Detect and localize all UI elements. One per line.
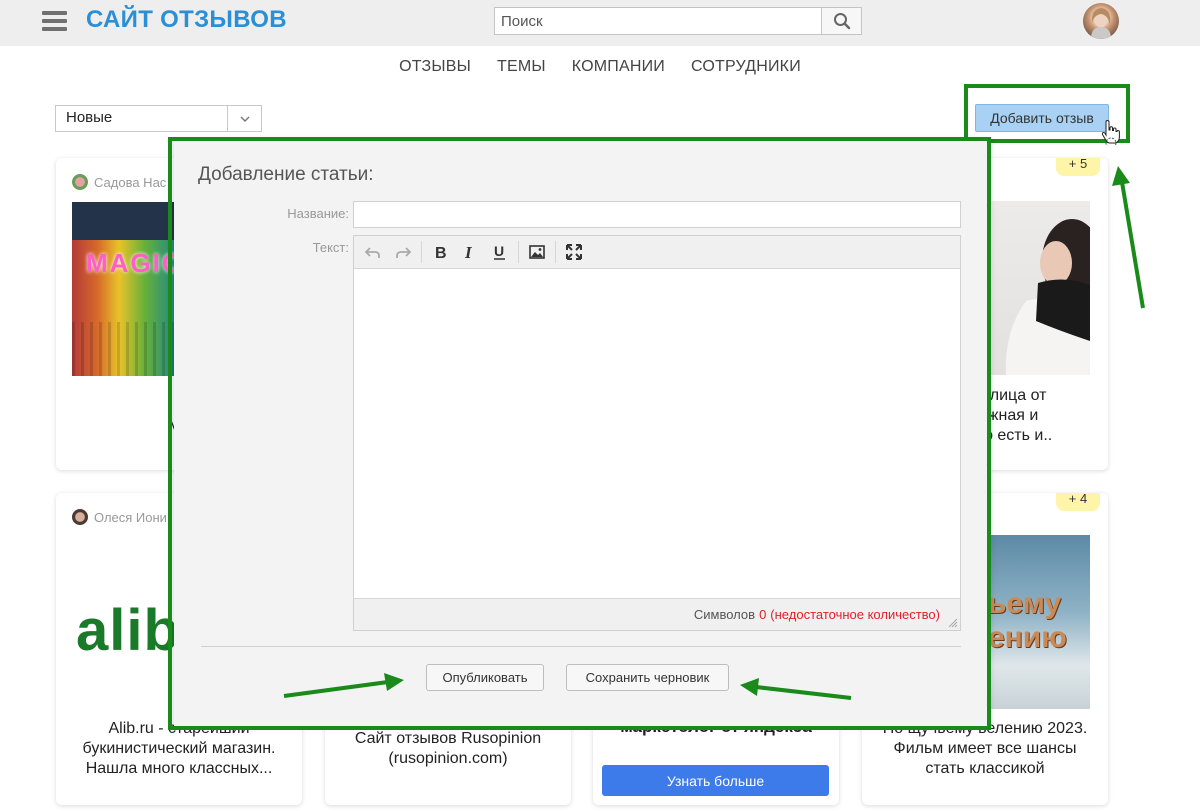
learn-more-button[interactable]: Узнать больше	[602, 765, 829, 796]
underline-icon[interactable]: U	[485, 239, 515, 265]
nav-companies[interactable]: КОМПАНИИ	[559, 58, 678, 76]
search-button[interactable]	[821, 8, 861, 34]
italic-icon[interactable]: I	[455, 239, 485, 265]
user-avatar[interactable]	[1083, 3, 1119, 39]
chevron-down-icon	[227, 106, 261, 131]
article-name-input[interactable]	[353, 201, 961, 228]
main-nav: ОТЗЫВЫ ТЕМЫ КОМПАНИИ СОТРУДНИКИ	[0, 58, 1200, 76]
search-icon	[833, 13, 850, 30]
top-bar: САЙТ ОТЗЫВОВ	[0, 0, 1200, 46]
card-author[interactable]: Олеся Иони	[72, 509, 167, 525]
save-draft-button[interactable]: Сохранить черновик	[566, 664, 729, 691]
rating-badge: + 5	[1056, 158, 1100, 176]
card-image-text: ьему ению	[988, 587, 1067, 654]
text-editor: B I U Символов 0 (недостаточное количест…	[353, 235, 961, 631]
publish-button[interactable]: Опубликовать	[426, 664, 544, 691]
bold-icon[interactable]: B	[425, 239, 455, 265]
nav-topics[interactable]: ТЕМЫ	[484, 58, 559, 76]
card-title[interactable]: Alib.ru - старейший букинистический мага…	[56, 719, 302, 779]
svg-text:I: I	[464, 244, 473, 260]
site-logo[interactable]: САЙТ ОТЗЫВОВ	[86, 6, 287, 34]
menu-icon[interactable]	[42, 11, 67, 31]
rating-badge: + 4	[1056, 493, 1100, 511]
char-counter: Символов 0 (недостаточное количество)	[354, 598, 960, 630]
fullscreen-icon[interactable]	[559, 239, 589, 265]
sort-select[interactable]: Новые	[55, 105, 262, 132]
undo-icon[interactable]	[358, 239, 388, 265]
card-image: ьему ению	[986, 535, 1090, 709]
name-label: Название:	[287, 206, 349, 221]
card-title[interactable]: По щучьему велению 2023. Фильм имеет все…	[862, 719, 1108, 779]
editor-toolbar: B I U	[354, 236, 960, 269]
modal-divider	[201, 646, 961, 647]
image-icon[interactable]	[522, 239, 552, 265]
search-box	[494, 7, 862, 35]
card-author[interactable]: Садова Нас	[72, 174, 166, 190]
sort-selected-value: Новые	[66, 109, 113, 126]
redo-icon[interactable]	[388, 239, 418, 265]
card-image-sign: MAGIC	[86, 248, 183, 278]
author-avatar	[72, 174, 88, 190]
card-title[interactable]: Сайт отзывов Rusopinion (rusopinion.com)	[325, 729, 571, 769]
nav-employees[interactable]: СОТРУДНИКИ	[678, 58, 814, 76]
card-image	[986, 201, 1102, 375]
author-avatar	[72, 509, 88, 525]
card-logo-alib: alib	[76, 598, 180, 663]
modal-title: Добавление статьи:	[198, 164, 374, 185]
nav-reviews[interactable]: ОТЗЫВЫ	[386, 58, 484, 76]
search-input[interactable]	[495, 8, 821, 34]
resize-grip-icon[interactable]	[948, 618, 958, 628]
editor-text-area[interactable]	[354, 269, 960, 599]
add-article-modal: Добавление статьи: Название: Текст: B I …	[174, 140, 990, 726]
text-label: Текст:	[312, 240, 349, 255]
svg-text:U: U	[494, 244, 504, 259]
svg-text:B: B	[435, 245, 447, 260]
hand-cursor-icon	[1101, 120, 1120, 146]
